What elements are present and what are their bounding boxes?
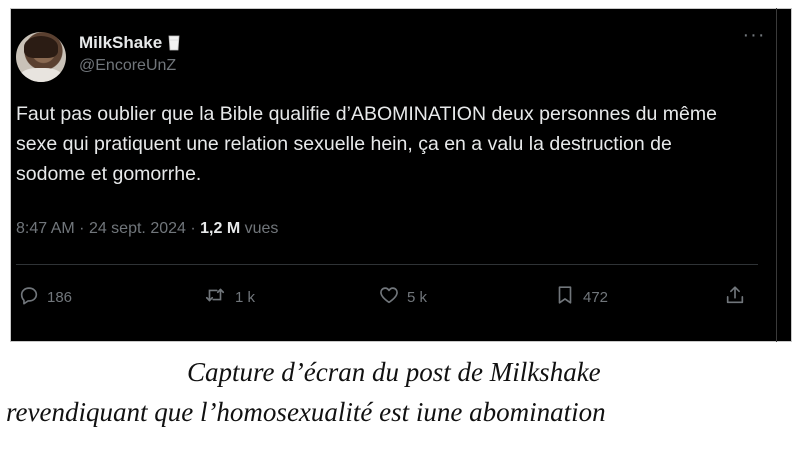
heart-icon [378, 284, 400, 310]
tweet-meta: 8:47 AM · 24 sept. 2024 · 1,2 M vues [16, 220, 278, 238]
caption-line-1: Capture d’écran du post de Milkshake [187, 357, 601, 387]
meta-separator: · [79, 220, 85, 237]
reply-icon [18, 284, 40, 310]
display-name-row[interactable]: MilkShake [79, 33, 180, 53]
tweet-time[interactable]: 8:47 AM [16, 220, 75, 237]
repost-icon [202, 284, 228, 310]
tweet-date[interactable]: 24 sept. 2024 [89, 220, 186, 237]
share-button[interactable] [724, 284, 746, 310]
repost-count: 1 k [235, 288, 256, 306]
like-button[interactable]: 5 k [378, 284, 427, 310]
divider [16, 264, 758, 265]
avatar-hair [24, 36, 58, 58]
caption-line-2: revendiquant que l’homosexualité est iun… [6, 397, 606, 427]
reply-count: 186 [47, 288, 73, 306]
avatar-shirt [20, 68, 62, 82]
views-label: vues [244, 220, 279, 237]
tweet-text: Faut pas oublier que la Bible qualifie d… [16, 103, 717, 185]
tweet-card: MilkShake @EncoreUnZ ··· Faut pas oublie… [16, 24, 768, 324]
views-count: 1,2 M [200, 220, 241, 237]
reply-button[interactable]: 186 [18, 284, 72, 310]
frame-edge-line [776, 8, 777, 342]
bookmark-icon [554, 284, 576, 310]
bookmark-count: 472 [583, 288, 609, 306]
share-icon [724, 284, 746, 310]
display-name[interactable]: MilkShake [79, 33, 162, 53]
bookmark-button[interactable]: 472 [554, 284, 608, 310]
milk-glass-icon [168, 35, 180, 51]
meta-separator: · [190, 220, 196, 237]
image-caption: Capture d’écran du post de Milkshake rev… [0, 352, 800, 432]
repost-button[interactable]: 1 k [202, 284, 255, 310]
avatar[interactable] [16, 32, 66, 82]
like-count: 5 k [407, 288, 428, 306]
user-handle[interactable]: @EncoreUnZ [79, 57, 176, 75]
more-options-icon[interactable]: ··· [740, 25, 768, 50]
action-bar: 186 1 k 5 k 472 [16, 284, 758, 314]
